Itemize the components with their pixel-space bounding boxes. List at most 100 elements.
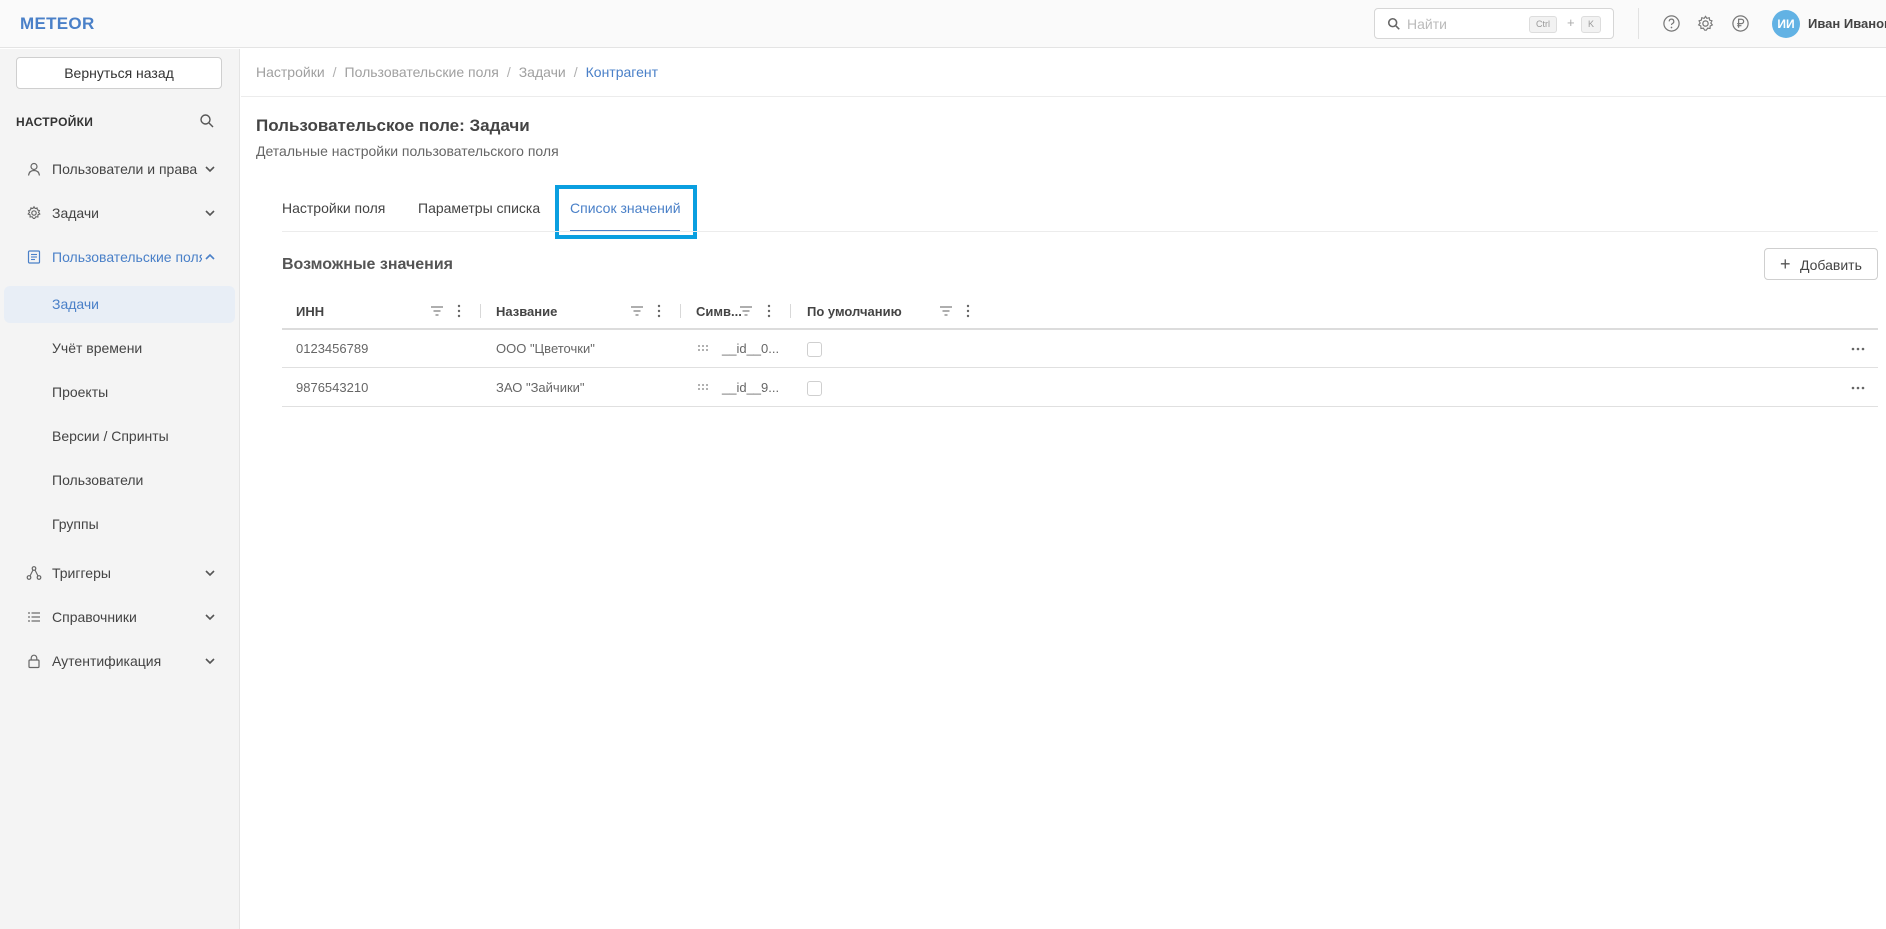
filter-icon[interactable] <box>430 303 444 319</box>
sidebar-item-label: Справочники <box>52 609 137 625</box>
sidebar-item-tasks[interactable]: Задачи <box>0 193 240 233</box>
sidebar-subitem-label: Проекты <box>52 384 109 400</box>
column-header-name[interactable]: Название <box>496 304 557 319</box>
breadcrumb-divider <box>241 96 1886 97</box>
table-header: ИНН Название Симв... По умолчанию <box>282 294 1878 330</box>
cell-inn: 9876543210 <box>296 380 369 395</box>
breadcrumb-settings[interactable]: Настройки <box>256 64 325 80</box>
breadcrumb-current: Контрагент <box>585 64 659 80</box>
sidebar-subitem-label: Учёт времени <box>52 340 143 356</box>
filter-icon[interactable] <box>939 303 953 319</box>
section-title: Возможные значения <box>282 256 454 273</box>
sidebar-subitem-label: Пользователи <box>52 472 144 488</box>
sidebar-item-users-rights[interactable]: Пользователи и права <box>0 149 240 189</box>
global-search[interactable]: Ctrl + K <box>1374 8 1614 39</box>
more-horizontal-icon[interactable] <box>1850 381 1866 395</box>
drag-handle-icon[interactable] <box>697 381 709 393</box>
more-vertical-icon[interactable] <box>452 303 466 319</box>
default-checkbox[interactable] <box>807 381 822 396</box>
shortcut-key-k: K <box>1581 16 1602 33</box>
shortcut-plus: + <box>1567 15 1575 30</box>
breadcrumb-tasks[interactable]: Задачи <box>519 64 566 80</box>
table-row[interactable]: 0123456789 ООО "Цветочки" __id__0... <box>282 330 1878 368</box>
column-header-symbol[interactable]: Симв... <box>696 304 742 319</box>
search-icon[interactable] <box>199 113 215 129</box>
column-resizer[interactable] <box>680 304 681 318</box>
chevron-down-icon <box>205 570 215 577</box>
sidebar-item-label: Триггеры <box>52 565 111 581</box>
breadcrumb-custom-fields[interactable]: Пользовательские поля <box>345 64 499 80</box>
sidebar-item-label: Пользовательские поля <box>52 249 202 265</box>
more-vertical-icon[interactable] <box>652 303 666 319</box>
sidebar-item-label: Аутентификация <box>52 653 162 669</box>
sidebar-subitem-users[interactable]: Пользователи <box>4 462 235 499</box>
breadcrumb-separator: / <box>506 64 511 80</box>
header-divider <box>1638 8 1639 39</box>
sidebar-item-custom-fields[interactable]: Пользовательские поля <box>0 237 240 277</box>
cell-name: ЗАО "Зайчики" <box>496 380 585 395</box>
cell-name: ООО "Цветочки" <box>496 341 595 356</box>
app-logo[interactable]: METEOR <box>20 14 95 34</box>
sidebar-subitem-projects[interactable]: Проекты <box>4 374 235 411</box>
filter-icon[interactable] <box>630 303 644 319</box>
sidebar-title: НАСТРОЙКИ <box>16 115 94 129</box>
list-icon <box>28 612 40 622</box>
gear-icon[interactable] <box>1696 14 1715 33</box>
ruble-icon[interactable] <box>1731 14 1750 33</box>
top-bar: METEOR Ctrl + K ИИ Иван Иванов <box>0 0 1886 48</box>
more-horizontal-icon[interactable] <box>1850 342 1866 356</box>
chevron-down-icon <box>205 658 215 665</box>
tabs-divider <box>282 231 1878 232</box>
chevron-up-icon <box>205 253 215 260</box>
column-header-inn[interactable]: ИНН <box>296 304 324 319</box>
chevron-down-icon <box>205 166 215 173</box>
chevron-down-icon <box>205 614 215 621</box>
sidebar-subitem-groups[interactable]: Группы <box>4 506 235 543</box>
page-subtitle: Детальные настройки пользовательского по… <box>256 143 559 159</box>
page-title: Пользовательское поле: Задачи <box>256 116 530 135</box>
cell-inn: 0123456789 <box>296 341 369 356</box>
search-icon <box>1387 17 1400 30</box>
sidebar-subitem-tasks[interactable]: Задачи <box>4 286 235 323</box>
sidebar: Вернуться назад НАСТРОЙКИ Пользователи и… <box>0 49 240 929</box>
column-header-default[interactable]: По умолчанию <box>807 304 902 319</box>
shortcut-key-ctrl: Ctrl <box>1529 16 1557 33</box>
add-value-button[interactable]: + Добавить <box>1764 248 1878 280</box>
drag-handle-icon[interactable] <box>697 342 709 354</box>
user-icon <box>27 162 41 176</box>
avatar[interactable]: ИИ <box>1772 10 1800 38</box>
sidebar-item-directories[interactable]: Справочники <box>0 597 240 637</box>
sidebar-subitem-time-tracking[interactable]: Учёт времени <box>4 330 235 367</box>
cell-symbol: __id__9... <box>722 380 780 395</box>
back-button[interactable]: Вернуться назад <box>16 57 222 89</box>
breadcrumb: Настройки / Пользовательские поля / Задачи / К… <box>256 64 658 80</box>
sidebar-subitem-versions-sprints[interactable]: Версии / Спринты <box>4 418 235 455</box>
form-icon <box>27 250 41 264</box>
sidebar-item-label: Задачи <box>52 205 100 221</box>
gear-icon <box>27 205 41 220</box>
filter-icon[interactable] <box>739 303 753 319</box>
breadcrumb-separator: / <box>332 64 337 80</box>
sidebar-item-triggers[interactable]: Триггеры <box>0 553 240 593</box>
cell-symbol: __id__0... <box>722 341 780 356</box>
table-row[interactable]: 9876543210 ЗАО "Зайчики" __id__9... <box>282 369 1878 407</box>
sidebar-subitem-label: Версии / Спринты <box>52 428 169 444</box>
plus-icon: + <box>1780 254 1791 274</box>
breadcrumb-separator: / <box>573 64 578 80</box>
help-icon[interactable] <box>1662 14 1681 33</box>
search-input[interactable] <box>1407 14 1527 34</box>
tab-list-parameters[interactable]: Параметры списка <box>418 200 540 216</box>
sidebar-subitem-label: Группы <box>52 516 99 532</box>
sidebar-item-authentication[interactable]: Аутентификация <box>0 641 240 681</box>
column-resizer[interactable] <box>480 304 481 318</box>
tab-field-settings[interactable]: Настройки поля <box>282 200 385 216</box>
triggers-icon <box>26 566 42 580</box>
more-vertical-icon[interactable] <box>762 303 776 319</box>
add-button-label: Добавить <box>1800 257 1862 273</box>
sidebar-item-label: Пользователи и права <box>52 161 198 177</box>
sidebar-subitem-label: Задачи <box>52 296 100 312</box>
more-vertical-icon[interactable] <box>961 303 975 319</box>
default-checkbox[interactable] <box>807 342 822 357</box>
user-name[interactable]: Иван Иванов <box>1808 16 1886 31</box>
column-resizer[interactable] <box>790 304 791 318</box>
